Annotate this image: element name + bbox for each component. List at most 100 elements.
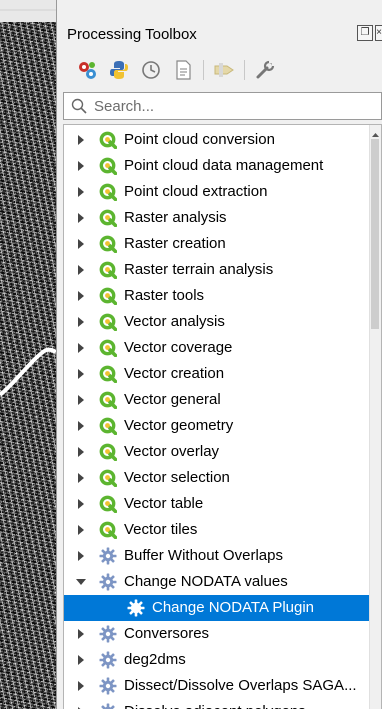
expand-arrow-icon[interactable]: [76, 343, 86, 353]
expand-arrow-icon[interactable]: [76, 551, 86, 561]
tree-item-label: Raster terrain analysis: [124, 261, 274, 278]
tree-group-item[interactable]: Dissolve adjacent polygons: [64, 699, 372, 709]
plugin-gear-icon: [98, 676, 118, 696]
tree-group-item[interactable]: Vector coverage: [64, 335, 372, 361]
tree-item-label: Raster analysis: [124, 209, 227, 226]
plugin-gear-icon: [98, 702, 118, 709]
tree-group-item[interactable]: Raster creation: [64, 231, 372, 257]
expand-arrow-icon[interactable]: [76, 135, 86, 145]
tree-group-item[interactable]: Conversores: [64, 621, 372, 647]
tree-group-item[interactable]: Vector overlay: [64, 439, 372, 465]
expand-arrow-icon[interactable]: [76, 291, 86, 301]
search-input[interactable]: [94, 96, 364, 116]
tree-item-label: Point cloud extraction: [124, 183, 268, 200]
tree-item-label: Change NODATA Plugin: [152, 599, 315, 616]
tree-item-label: Vector geometry: [124, 417, 234, 434]
expand-arrow-icon[interactable]: [76, 525, 86, 535]
expand-arrow-icon[interactable]: [76, 213, 86, 223]
toolbar-separator: [244, 60, 245, 80]
search-box[interactable]: [63, 92, 382, 120]
map-canvas[interactable]: [0, 0, 57, 709]
expand-arrow-icon[interactable]: [76, 317, 86, 327]
tree-group-item[interactable]: Point cloud conversion: [64, 127, 372, 153]
tree-item-label: Raster tools: [124, 287, 205, 304]
qgis-icon: [98, 312, 118, 332]
expand-arrow-icon[interactable]: [76, 187, 86, 197]
plugin-gear-icon: [98, 624, 118, 644]
plugin-gear-icon: [98, 546, 118, 566]
expand-arrow-icon[interactable]: [76, 395, 86, 405]
qgis-icon: [98, 156, 118, 176]
expand-arrow-icon[interactable]: [76, 369, 86, 379]
plugin-gear-icon: [98, 572, 118, 592]
close-panel-button[interactable]: ×: [375, 25, 382, 41]
expand-arrow-icon[interactable]: [76, 655, 86, 665]
tree-item-label: Vector table: [124, 495, 204, 512]
scroll-thumb[interactable]: [371, 139, 379, 329]
tree-group-item[interactable]: Point cloud data management: [64, 153, 372, 179]
plugin-gear-icon: [126, 598, 146, 618]
tree-group-item[interactable]: Raster tools: [64, 283, 372, 309]
processing-toolbox-panel: Processing Toolbox ❐ × Search... Dissect…: [57, 0, 382, 709]
settings-wrench-icon[interactable]: [253, 58, 277, 82]
tree-group-item[interactable]: Vector analysis: [64, 309, 372, 335]
tree-item-label: Vector general: [124, 391, 221, 408]
expand-arrow-icon[interactable]: [76, 681, 86, 691]
toolbox-toolbar: [75, 56, 277, 84]
tree-group-item[interactable]: Vector tiles: [64, 517, 372, 543]
toolbar-separator: [203, 60, 204, 80]
models-gear-icon[interactable]: [75, 58, 99, 82]
tree-child-item[interactable]: Change NODATA Plugin: [64, 595, 372, 621]
tree-item-label: Vector tiles: [124, 521, 198, 538]
qgis-icon: [98, 416, 118, 436]
tree-group-item[interactable]: Vector geometry: [64, 413, 372, 439]
qgis-icon: [98, 234, 118, 254]
plugin-gear-icon: [98, 650, 118, 670]
expand-arrow-icon[interactable]: [76, 629, 86, 639]
tree-group-item[interactable]: Vector creation: [64, 361, 372, 387]
tree-group-item[interactable]: Vector general: [64, 387, 372, 413]
river-line: [0, 9, 56, 397]
vertical-scrollbar[interactable]: [369, 125, 381, 709]
edit-features-icon[interactable]: [212, 58, 236, 82]
search-icon: [71, 98, 87, 118]
history-icon[interactable]: [139, 58, 163, 82]
tree-item-label: deg2dms: [124, 651, 186, 668]
tree-item-label: Vector analysis: [124, 313, 225, 330]
tree-group-item[interactable]: deg2dms: [64, 647, 372, 673]
tree-group-item[interactable]: Change NODATA values: [64, 569, 372, 595]
algorithm-tree[interactable]: Dissolve adjacent polygons Dissect/Dissol…: [63, 124, 382, 709]
tree-group-item[interactable]: Vector selection: [64, 465, 372, 491]
float-button[interactable]: ❐: [357, 25, 373, 41]
tree-group-item[interactable]: Point cloud extraction: [64, 179, 372, 205]
tree-group-item[interactable]: Raster analysis: [64, 205, 372, 231]
tree-item-label: Point cloud conversion: [124, 131, 275, 148]
qgis-icon: [98, 442, 118, 462]
results-icon[interactable]: [171, 58, 195, 82]
tree-group-item[interactable]: Vector table: [64, 491, 372, 517]
expand-arrow-icon[interactable]: [76, 265, 86, 275]
expand-arrow-icon[interactable]: [76, 447, 86, 457]
tree-item-label: Conversores: [124, 625, 210, 642]
tree-item-label: Vector selection: [124, 469, 230, 486]
qgis-icon: [98, 468, 118, 488]
tree-group-item[interactable]: Raster terrain analysis: [64, 257, 372, 283]
panel-window-buttons: ❐ ×: [357, 25, 382, 41]
tree-group-item[interactable]: Buffer Without Overlaps: [64, 543, 372, 569]
tree-item-label: Change NODATA values: [124, 573, 288, 590]
expand-arrow-icon[interactable]: [76, 239, 86, 249]
qgis-icon: [98, 494, 118, 514]
qgis-icon: [98, 182, 118, 202]
tree-item-label: Dissolve adjacent polygons: [124, 703, 306, 709]
expand-arrow-icon[interactable]: [76, 161, 86, 171]
expand-arrow-icon[interactable]: [76, 473, 86, 483]
qgis-icon: [98, 260, 118, 280]
expand-arrow-icon[interactable]: [76, 499, 86, 509]
scroll-up-arrow[interactable]: [370, 127, 381, 137]
collapse-arrow-icon[interactable]: [76, 577, 86, 587]
python-icon[interactable]: [107, 58, 131, 82]
tree-item-label: Vector coverage: [124, 339, 233, 356]
expand-arrow-icon[interactable]: [76, 421, 86, 431]
tree-group-item[interactable]: Dissect/Dissolve Overlaps SAGA...: [64, 673, 372, 699]
qgis-icon: [98, 338, 118, 358]
